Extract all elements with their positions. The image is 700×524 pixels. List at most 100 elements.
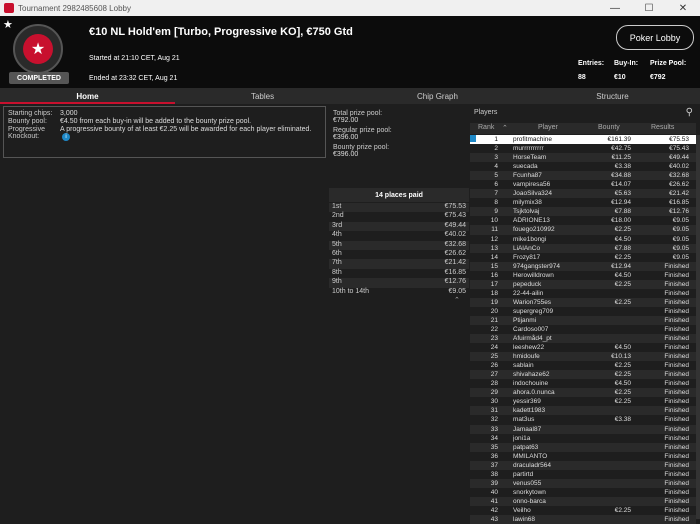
payout-row: 10th to 14th €9.05	[332, 287, 466, 295]
player-cell: onno-barca	[513, 497, 546, 505]
rank-cell: 17	[490, 280, 498, 288]
table-row[interactable]: 10 ADRIONE13 €18.00 €9.05	[470, 216, 696, 225]
rank-cell: 38	[490, 470, 498, 478]
table-row[interactable]: 18 22-44-ailin Finished	[470, 289, 696, 298]
hero-marker	[470, 135, 476, 142]
table-row[interactable]: 3 HorseTeam €11.25 €49.44	[470, 153, 696, 163]
table-row[interactable]: 6 vampiresa56 €14.07 €26.62	[470, 180, 696, 189]
result-cell: Finished	[664, 416, 689, 424]
table-row[interactable]: 41 onno-barca Finished	[470, 496, 696, 506]
prize-pool-value: €792	[650, 74, 666, 81]
column-player[interactable]: Player	[538, 124, 558, 131]
table-row[interactable]: 39 venus055 Finished	[470, 478, 696, 488]
table-row[interactable]: 36 MMILANTO Finished	[470, 452, 696, 461]
search-icon[interactable]: ⚲	[686, 107, 693, 118]
result-cell: Finished	[664, 307, 689, 315]
player-cell: Ptijanmi	[513, 316, 537, 324]
table-row[interactable]: 32 mat3us €3.38 Finished	[470, 415, 696, 424]
column-bounty[interactable]: Bounty	[598, 124, 620, 131]
table-row[interactable]: 16 Herowilldrown €4.50 Finished	[470, 271, 696, 280]
payout-row: 2nd €75.43	[332, 212, 466, 220]
table-row[interactable]: 7 JoaoSilva324 €5.63 €21.42	[470, 189, 696, 199]
table-row[interactable]: 13 LiAlAnCo €7.88 €9.05	[470, 243, 696, 253]
payout-row: 9th €12.76	[329, 278, 469, 288]
table-row[interactable]: 17 pepeduck €2.25 Finished	[470, 279, 696, 289]
players-scrollbar[interactable]	[696, 135, 700, 519]
table-row[interactable]: 21 Ptijanmi Finished	[470, 315, 696, 325]
result-cell: €9.05	[672, 244, 689, 252]
minimize-button[interactable]: —	[598, 0, 632, 16]
favorite-star-icon[interactable]: ★	[3, 18, 13, 31]
tab-tables[interactable]: Tables	[175, 88, 350, 104]
table-row[interactable]: 26 sablain €2.25 Finished	[470, 361, 696, 370]
maximize-button[interactable]: ☐	[632, 0, 666, 16]
info-icon[interactable]: i	[62, 133, 70, 141]
table-row[interactable]: 8 milymix38 €12.94 €16.85	[470, 198, 696, 207]
table-row[interactable]: 22 Cardoso007 Finished	[470, 325, 696, 334]
table-row[interactable]: 24 leeshew22 €4.50 Finished	[470, 343, 696, 352]
table-row[interactable]: 33 Jamaal87 Finished	[470, 424, 696, 434]
result-cell: Finished	[664, 470, 689, 478]
rank-cell: 6	[494, 181, 498, 189]
table-row[interactable]: 5 Fcunha87 €34.88 €32.68	[470, 171, 696, 181]
result-cell: €49.44	[669, 154, 689, 162]
table-row[interactable]: 27 shivahaze62 €2.25 Finished	[470, 370, 696, 380]
table-row[interactable]: 4 suecada €3.38 €40.02	[470, 162, 696, 171]
tab-chip-graph[interactable]: Chip Graph	[350, 88, 525, 104]
payout-row: 5th €32.68	[329, 240, 469, 250]
rank-cell: 18	[490, 289, 498, 297]
bounty-cell: €2.25	[614, 506, 631, 514]
table-row[interactable]: 25 hmidoufe €10.13 Finished	[470, 352, 696, 362]
table-row[interactable]: 9 Tsjktolvaj €7.88 €12.76	[470, 207, 696, 217]
result-cell: Finished	[664, 316, 689, 324]
bounty-cell: €4.50	[614, 344, 631, 352]
result-cell: Finished	[664, 325, 689, 333]
table-row[interactable]: 43 lawin68 Finished	[470, 514, 696, 524]
buyin-label: Buy-In:	[614, 60, 639, 67]
table-row[interactable]: 37 draculadr564 Finished	[470, 460, 696, 470]
tab-structure[interactable]: Structure	[525, 88, 700, 104]
rank-cell: 22	[490, 325, 498, 333]
table-row[interactable]: 38 partirtd Finished	[470, 470, 696, 479]
player-cell: kadett1983	[513, 407, 546, 415]
player-cell: draculadr564	[513, 461, 551, 469]
table-row[interactable]: 2 murrrrrrrrrr €42.75 €75.43	[470, 144, 696, 153]
result-cell: €16.85	[669, 199, 689, 207]
table-row[interactable]: 35 patpat63 Finished	[470, 442, 696, 452]
rank-cell: 1	[494, 136, 498, 143]
poker-lobby-button[interactable]: Poker Lobby	[616, 25, 694, 50]
table-row[interactable]: 40 snorkytown Finished	[470, 488, 696, 497]
table-row[interactable]: 20 supergreg709 Finished	[470, 307, 696, 316]
table-row[interactable]: 12 mike1bongi €4.50 €9.05	[470, 235, 696, 244]
result-cell: Finished	[664, 461, 689, 469]
column-results[interactable]: Results	[651, 124, 674, 131]
tab-home[interactable]: Home	[0, 88, 175, 104]
table-row[interactable]: 42 Veilho €2.25 Finished	[470, 506, 696, 515]
table-row[interactable]: 14 Frozy817 €2.25 €9.05	[470, 253, 696, 262]
regular-prize-value: €396.00	[333, 134, 359, 141]
table-row[interactable]: 1 profitmachine €161.39 €75.53	[470, 135, 696, 145]
rank-cell: 21	[490, 316, 498, 324]
result-cell: Finished	[664, 389, 689, 397]
column-rank[interactable]: Rank	[478, 124, 494, 131]
rank-cell: 25	[490, 353, 498, 361]
bounty-pool-label: Bounty pool:	[8, 118, 47, 125]
bounty-cell: €2.25	[614, 362, 631, 370]
table-row[interactable]: 23 Afuirmåd4_pt Finished	[470, 334, 696, 344]
result-cell: €9.05	[672, 235, 689, 243]
player-cell: joni1a	[513, 434, 531, 442]
table-row[interactable]: 29 ahora.0.nunca €2.25 Finished	[470, 388, 696, 398]
payout-row: 7th €21.42	[329, 259, 469, 269]
table-row[interactable]: 11 fouego210992 €2.25 €9.05	[470, 225, 696, 235]
table-row[interactable]: 31 kadett1983 Finished	[470, 406, 696, 416]
player-cell: Veilho	[513, 506, 531, 514]
chevron-up-icon[interactable]: ⌃	[454, 296, 460, 304]
close-button[interactable]: ✕	[666, 0, 700, 16]
table-row[interactable]: 15 974gangster974 €12.94 Finished	[470, 261, 696, 271]
table-row[interactable]: 28 indochouine €4.50 Finished	[470, 379, 696, 388]
table-row[interactable]: 34 joni1a Finished	[470, 434, 696, 443]
table-row[interactable]: 30 yessir369 €2.25 Finished	[470, 397, 696, 406]
table-row[interactable]: 19 Warion755es €2.25 Finished	[470, 297, 696, 307]
players-list: 1 profitmachine €161.39 €75.53 2 murrrrrrrrrr…	[470, 135, 696, 524]
rank-cell: 26	[490, 362, 498, 370]
